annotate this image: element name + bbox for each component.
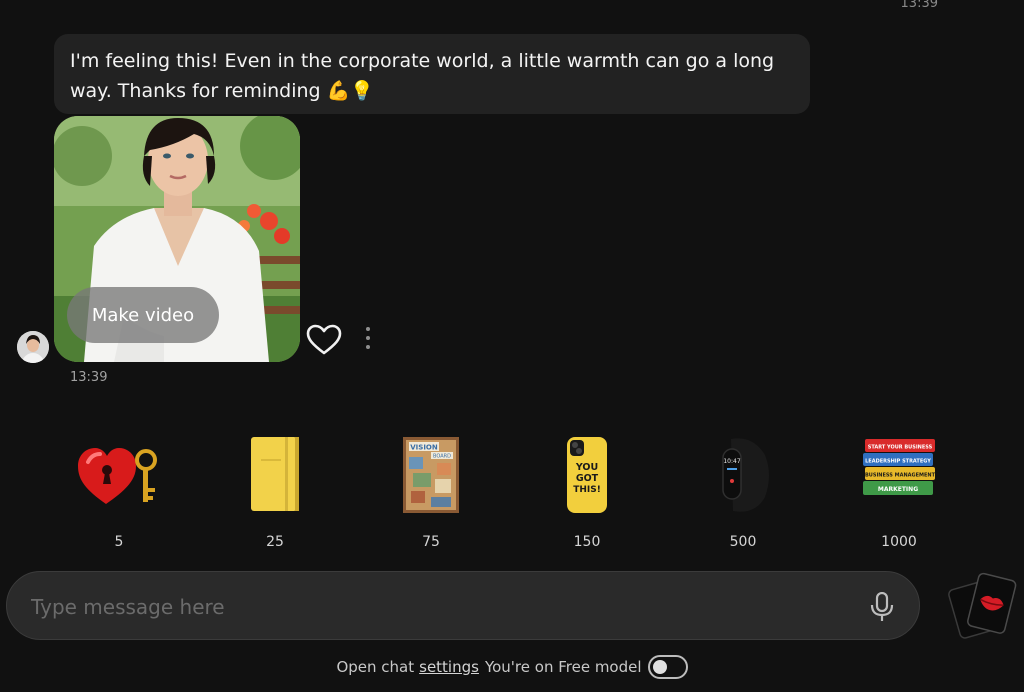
vision-board-sub: BOARD	[433, 454, 451, 460]
more-options-icon[interactable]	[360, 324, 376, 352]
microphone-icon[interactable]	[869, 591, 895, 622]
vision-board-icon: VISION BOARD	[381, 430, 481, 520]
gift-price: 500	[729, 534, 757, 550]
gift-item[interactable]: YOU GOT THIS! 150	[531, 430, 643, 555]
message-text: I'm feeling this! Even in the corporate …	[70, 50, 775, 102]
avatar-image	[17, 331, 49, 363]
gift-list: 5 25 VISION BOARD 75 YOU GOT THIS! 150 1…	[63, 430, 963, 555]
vision-board-title: VISION	[410, 444, 438, 452]
message-time: 13:39	[70, 370, 108, 385]
message-bubble: I'm feeling this! Even in the corporate …	[54, 34, 810, 114]
message-input-bar	[6, 571, 920, 640]
phone-case-text-1: YOU	[575, 462, 598, 473]
footer: Open chat settings You're on Free model	[0, 652, 1024, 682]
toggle-knob	[652, 660, 667, 674]
heart-key-icon	[69, 430, 169, 520]
open-chat-label: Open chat	[336, 658, 415, 676]
gift-price: 75	[422, 534, 440, 550]
chat-screen: 13:39 I'm feeling this! Even in the corp…	[0, 0, 1024, 692]
books-icon: START YOUR BUSINESS LEADERSHIP STRATEGY …	[849, 430, 949, 520]
watch-time: 10:47	[723, 458, 740, 465]
gift-price: 1000	[881, 534, 917, 550]
gift-item[interactable]: 25	[219, 430, 331, 555]
lips-cards-icon[interactable]	[946, 570, 1018, 640]
model-status: You're on Free model	[484, 658, 642, 676]
book-1-title: START YOUR BUSINESS	[868, 445, 933, 451]
gift-item[interactable]: 5	[63, 430, 175, 555]
gift-price: 25	[266, 534, 284, 550]
gift-item[interactable]: START YOUR BUSINESS LEADERSHIP STRATEGY …	[843, 430, 955, 555]
settings-link[interactable]: settings	[419, 658, 479, 676]
book-2-title: LEADERSHIP STRATEGY	[865, 459, 931, 465]
smartwatch-icon: 10:47	[693, 430, 793, 520]
notebook-icon	[225, 430, 325, 520]
previous-message-time: 13:39	[900, 0, 938, 11]
gift-item[interactable]: 10:47 500	[687, 430, 799, 555]
phone-case-text-2: GOT	[576, 473, 599, 484]
phone-case-icon: YOU GOT THIS!	[537, 430, 637, 520]
avatar[interactable]	[17, 331, 49, 363]
heart-icon[interactable]	[306, 324, 342, 356]
book-3-title: BUSINESS MANAGEMENT	[865, 473, 936, 479]
message-input[interactable]	[31, 590, 851, 624]
model-toggle[interactable]	[647, 655, 688, 679]
gift-price: 5	[114, 534, 124, 550]
make-video-button[interactable]: Make video	[67, 287, 219, 343]
gift-item[interactable]: VISION BOARD 75	[375, 430, 487, 555]
phone-case-text-3: THIS!	[573, 485, 601, 495]
gift-price: 150	[573, 534, 601, 550]
book-4-title: MARKETING	[878, 486, 918, 493]
